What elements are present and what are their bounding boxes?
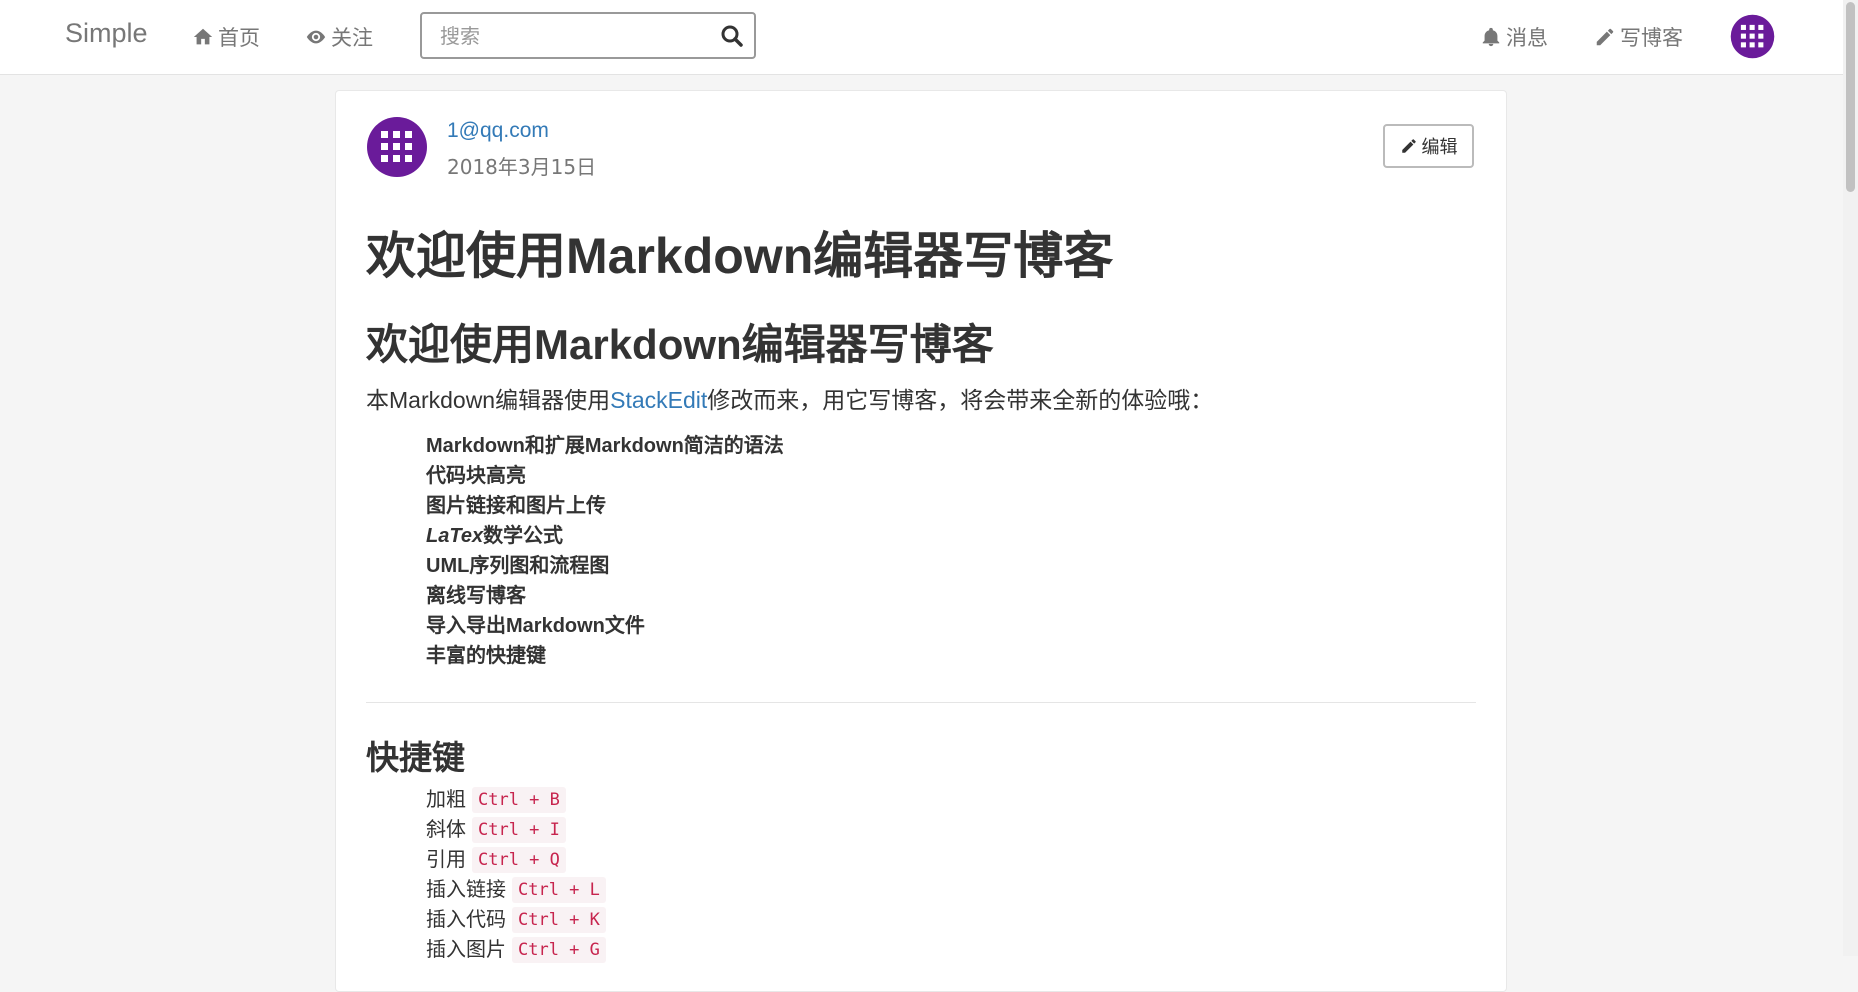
shortcuts-heading: 快捷键: [366, 739, 465, 776]
pencil-icon: [1401, 139, 1416, 153]
list-item: 斜体 Ctrl + I: [426, 815, 606, 845]
search-button[interactable]: [718, 22, 746, 50]
post-card: 1@qq.com 2018年3月15日 编辑 欢迎使用Markdown编辑器写博…: [335, 90, 1507, 992]
shortcut-keys: Ctrl + L: [512, 877, 606, 903]
author-link[interactable]: 1@qq.com: [447, 119, 549, 143]
shortcut-label: 插入代码: [426, 909, 506, 931]
author-avatar[interactable]: [366, 116, 428, 178]
nav-write-label: 写博客: [1620, 26, 1683, 50]
shortcut-label: 插入图片: [426, 939, 506, 961]
shortcut-label: 引用: [426, 849, 466, 871]
list-item: 导入导出Markdown文件: [426, 615, 645, 637]
shortcut-label: 斜体: [426, 819, 466, 841]
nav-follow-link[interactable]: 关注: [305, 22, 373, 52]
post-date: 2018年3月15日: [447, 155, 597, 179]
list-item: Markdown和扩展Markdown简洁的语法: [426, 435, 784, 457]
shortcuts-list: 加粗 Ctrl + B 斜体 Ctrl + I 引用 Ctrl + Q 插入链接 Ctr…: [426, 785, 606, 965]
search-icon: [721, 25, 743, 47]
scrollbar-thumb[interactable]: [1846, 2, 1855, 192]
shortcut-label: 插入链接: [426, 879, 506, 901]
edit-button[interactable]: 编辑: [1383, 124, 1474, 168]
list-item: 丰富的快捷键: [426, 645, 546, 667]
intro-paragraph: 本Markdown编辑器使用StackEdit修改而来，用它写博客，将会带来全新…: [366, 381, 1213, 415]
home-icon: [193, 28, 213, 45]
latex-label: LaTex: [426, 525, 484, 547]
list-item: 插入代码 Ctrl + K: [426, 905, 606, 935]
list-item: 插入链接 Ctrl + L: [426, 875, 606, 905]
list-item: 图片链接和图片上传: [426, 495, 606, 517]
intro-text-after: 修改而来，用它写博客，将会带来全新的体验哦：: [707, 387, 1214, 413]
edit-button-label: 编辑: [1421, 137, 1458, 158]
user-avatar[interactable]: [1730, 14, 1775, 59]
bell-icon: [1482, 27, 1500, 47]
eye-icon: [306, 30, 326, 44]
list-item: 加粗 Ctrl + B: [426, 785, 606, 815]
list-item-text: 数学公式: [483, 525, 564, 547]
nav-messages-label: 消息: [1506, 26, 1548, 50]
intro-text-before: 本Markdown编辑器使用: [366, 387, 611, 413]
shortcut-keys: Ctrl + I: [472, 817, 566, 843]
shortcut-keys: Ctrl + K: [512, 907, 606, 933]
post-title: 欢迎使用Markdown编辑器写博客: [366, 228, 1114, 284]
shortcut-label: 加粗: [426, 789, 466, 811]
pencil-icon: [1596, 28, 1614, 46]
shortcut-keys: Ctrl + Q: [472, 847, 566, 873]
divider: [366, 702, 1476, 703]
list-item: 离线写博客: [426, 585, 526, 607]
brand-logo[interactable]: Simple: [65, 18, 148, 49]
search-box: [420, 12, 756, 59]
page-scrollbar[interactable]: [1843, 0, 1858, 956]
nav-messages-link[interactable]: 消息: [1480, 22, 1548, 52]
list-item: LaTex数学公式: [426, 521, 784, 551]
nav-follow-label: 关注: [331, 26, 373, 50]
nav-write-link[interactable]: 写博客: [1594, 22, 1683, 52]
nav-home-link[interactable]: 首页: [192, 22, 260, 52]
stackedit-link[interactable]: StackEdit: [610, 387, 707, 413]
features-list: Markdown和扩展Markdown简洁的语法 代码块高亮 图片链接和图片上传…: [426, 431, 784, 671]
top-navbar: Simple 首页 关注 消息 写博客: [0, 0, 1843, 75]
list-item: UML序列图和流程图: [426, 555, 610, 577]
list-item: 引用 Ctrl + Q: [426, 845, 606, 875]
list-item: 代码块高亮: [426, 465, 526, 487]
nav-home-label: 首页: [218, 26, 260, 50]
list-item: 插入图片 Ctrl + G: [426, 935, 606, 965]
search-input[interactable]: [422, 14, 702, 57]
shortcut-keys: Ctrl + B: [472, 787, 566, 813]
shortcut-keys: Ctrl + G: [512, 937, 606, 963]
post-subtitle: 欢迎使用Markdown编辑器写博客: [366, 321, 994, 368]
